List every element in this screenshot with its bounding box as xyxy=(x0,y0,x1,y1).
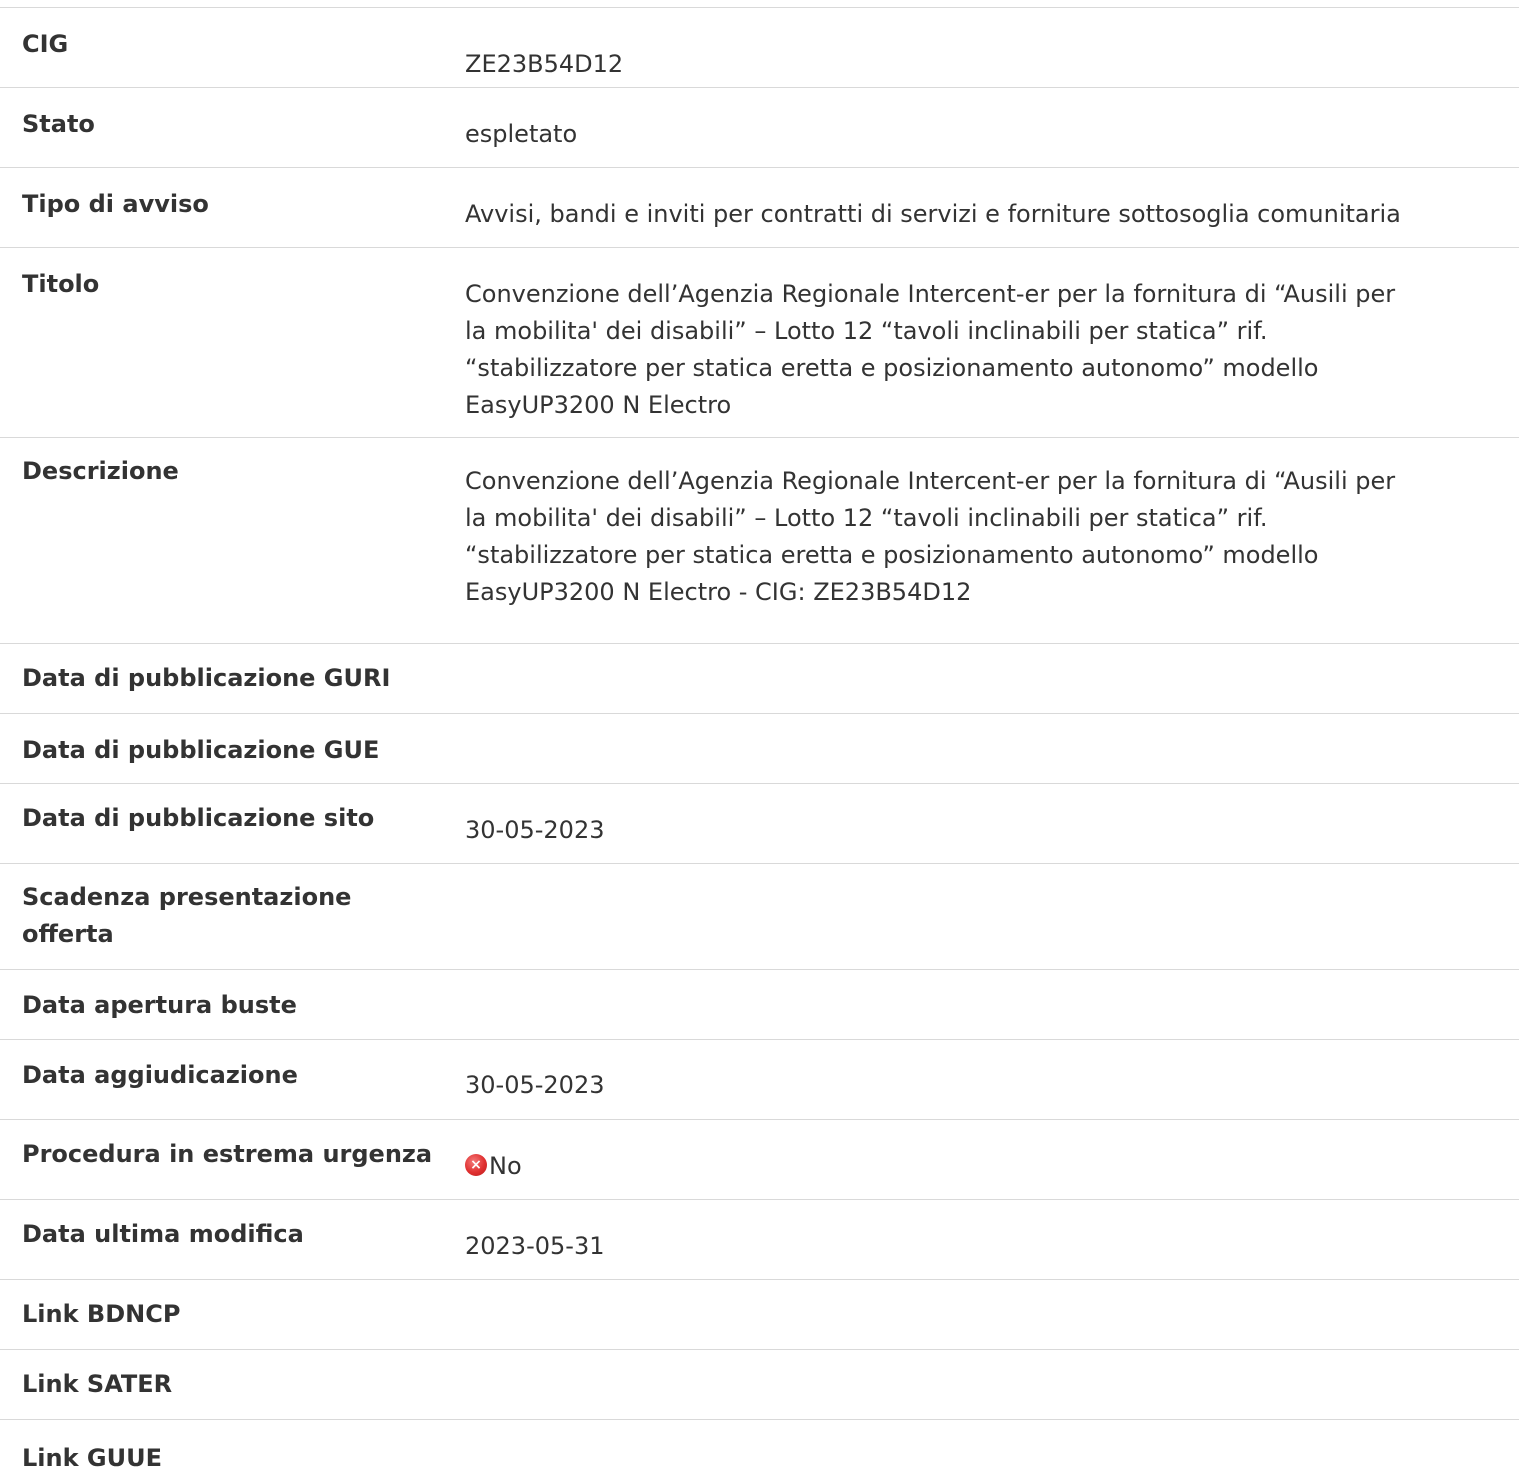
field-label-link-sater: Link SATER xyxy=(22,1370,173,1398)
descrizione-line: EasyUP3200 N Electro - CIG: ZE23B54D12 xyxy=(465,578,972,606)
table-row-tipo-avviso: Tipo di avviso Avvisi, bandi e inviti pe… xyxy=(0,167,1519,247)
scadenza-label-line: Scadenza presentazione xyxy=(22,883,352,911)
table-row-titolo: Titolo Convenzione dell’Agenzia Regional… xyxy=(0,247,1519,437)
field-label-titolo: Titolo xyxy=(22,270,100,298)
table-row-aggiudicazione: Data aggiudicazione 30-05-2023 xyxy=(0,1039,1519,1119)
field-label-stato: Stato xyxy=(22,110,95,138)
field-label-pubblicazione-sito: Data di pubblicazione sito xyxy=(22,804,375,832)
descrizione-line: la mobilita' dei disabili” – Lotto 12 “t… xyxy=(465,504,1268,532)
table-row-link-guue: Link GUUE xyxy=(0,1419,1519,1479)
titolo-line: la mobilita' dei disabili” – Lotto 12 “t… xyxy=(465,317,1268,345)
field-label-pubblicazione-gue: Data di pubblicazione GUE xyxy=(22,736,380,764)
table-row-pubblicazione-gue: Data di pubblicazione GUE xyxy=(0,713,1519,783)
field-value-cig: ZE23B54D12 xyxy=(465,50,624,78)
close-circle-icon: × xyxy=(465,1154,487,1176)
field-label-aggiudicazione: Data aggiudicazione xyxy=(22,1061,298,1089)
field-label-descrizione: Descrizione xyxy=(22,457,179,485)
field-value-tipo-avviso: Avvisi, bandi e inviti per contratti di … xyxy=(465,200,1401,228)
table-row-link-sater: Link SATER xyxy=(0,1349,1519,1419)
field-label-link-guue: Link GUUE xyxy=(22,1444,162,1472)
field-label-cig: CIG xyxy=(22,30,69,58)
field-value-ultima-modifica: 2023-05-31 xyxy=(465,1232,605,1260)
descrizione-line: “stabilizzatore per statica eretta e pos… xyxy=(465,541,1319,569)
table-row-descrizione: Descrizione Convenzione dell’Agenzia Reg… xyxy=(0,437,1519,643)
field-label-apertura-buste: Data apertura buste xyxy=(22,991,297,1019)
scadenza-label-line: offerta xyxy=(22,920,114,948)
titolo-line: EasyUP3200 N Electro xyxy=(465,391,732,419)
table-row-estrema-urgenza: Procedura in estrema urgenza × No xyxy=(0,1119,1519,1199)
titolo-line: Convenzione dell’Agenzia Regionale Inter… xyxy=(465,280,1396,308)
table-row-scadenza-offerta: Scadenza presentazione offerta xyxy=(0,863,1519,969)
estrema-urgenza-text: No xyxy=(489,1152,522,1180)
table-row-pubblicazione-guri: Data di pubblicazione GURI xyxy=(0,643,1519,713)
field-label-ultima-modifica: Data ultima modifica xyxy=(22,1220,304,1248)
field-label-tipo-avviso: Tipo di avviso xyxy=(22,190,209,218)
table-row-cig: CIG ZE23B54D12 xyxy=(0,7,1519,87)
field-value-descrizione: Convenzione dell’Agenzia Regionale Inter… xyxy=(465,463,1465,611)
field-label-scadenza-offerta: Scadenza presentazione offerta xyxy=(22,879,462,953)
table-row-pubblicazione-sito: Data di pubblicazione sito 30-05-2023 xyxy=(0,783,1519,863)
descrizione-line: Convenzione dell’Agenzia Regionale Inter… xyxy=(465,467,1396,495)
field-label-pubblicazione-guri: Data di pubblicazione GURI xyxy=(22,664,391,692)
titolo-line: “stabilizzatore per statica eretta e pos… xyxy=(465,354,1319,382)
field-label-estrema-urgenza: Procedura in estrema urgenza xyxy=(22,1140,433,1168)
field-value-titolo: Convenzione dell’Agenzia Regionale Inter… xyxy=(465,276,1465,424)
field-value-estrema-urgenza: × No xyxy=(465,1148,1465,1185)
field-label-link-bdncp: Link BDNCP xyxy=(22,1300,181,1328)
field-value-pubblicazione-sito: 30-05-2023 xyxy=(465,816,605,844)
field-value-aggiudicazione: 30-05-2023 xyxy=(465,1071,605,1099)
table-row-ultima-modifica: Data ultima modifica 2023-05-31 xyxy=(0,1199,1519,1279)
field-value-stato: espletato xyxy=(465,120,578,148)
table-row-stato: Stato espletato xyxy=(0,87,1519,167)
table-row-apertura-buste: Data apertura buste xyxy=(0,969,1519,1039)
table-row-link-bdncp: Link BDNCP xyxy=(0,1279,1519,1349)
